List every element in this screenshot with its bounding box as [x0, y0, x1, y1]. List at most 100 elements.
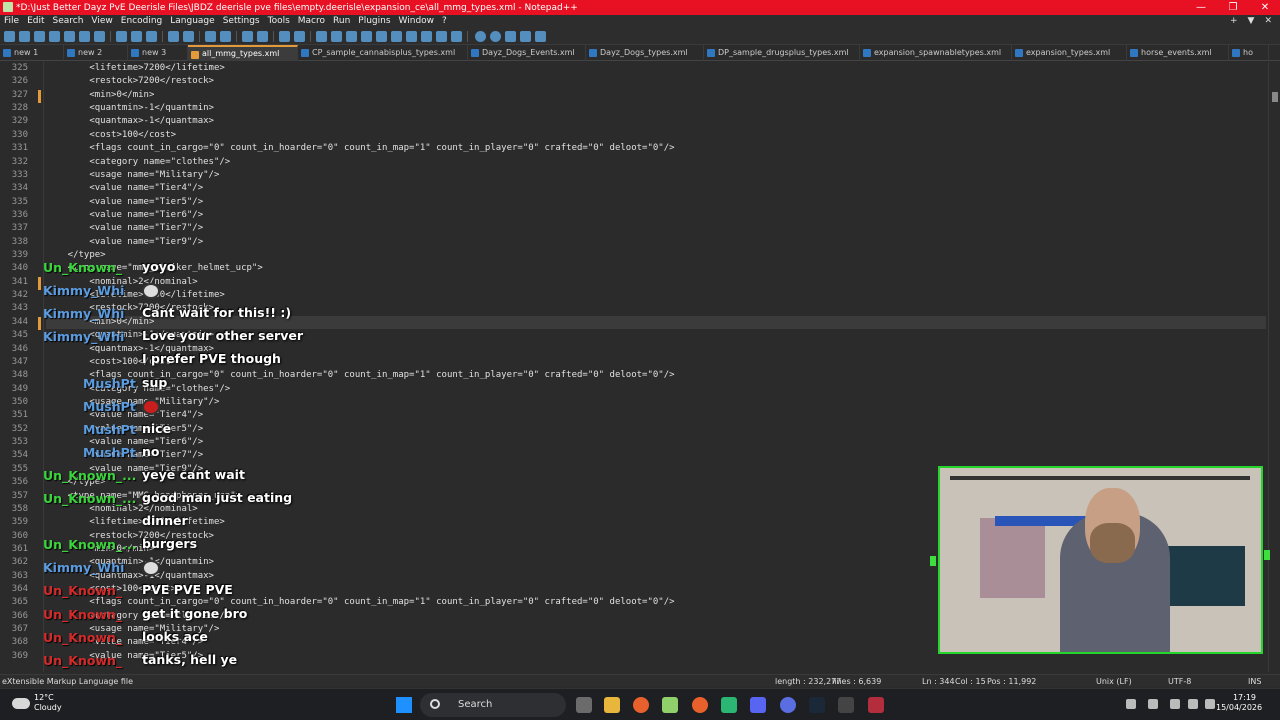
tab-cp-cannabisplus[interactable]: CP_sample_cannabisplus_types.xml [298, 45, 468, 61]
stop-macro-icon[interactable] [490, 31, 501, 42]
line-number[interactable]: 331 [0, 142, 28, 155]
copy-icon[interactable] [131, 31, 142, 42]
code-line[interactable]: <category name="clothes"/> [46, 156, 1266, 169]
open-file-icon[interactable] [19, 31, 30, 42]
code-line[interactable]: <quantmin>-1</quantmin> [46, 102, 1266, 115]
show-all-chars-icon[interactable] [331, 31, 342, 42]
close-doc-icon[interactable]: ✕ [1264, 15, 1272, 28]
close-file-icon[interactable] [64, 31, 75, 42]
play-macro-icon[interactable] [505, 31, 516, 42]
paste-icon[interactable] [146, 31, 157, 42]
windows-start-icon[interactable] [396, 697, 412, 713]
menu-window[interactable]: Window [395, 15, 439, 28]
menu-run[interactable]: Run [329, 15, 354, 28]
tab-ho-truncated[interactable]: ho [1229, 45, 1269, 61]
notepadpp-app-icon[interactable] [3, 2, 13, 12]
menu-encoding[interactable]: Encoding [117, 15, 166, 28]
doc-map-icon[interactable] [376, 31, 387, 42]
task-view-icon[interactable] [576, 697, 592, 713]
red-app-icon[interactable] [868, 697, 884, 713]
wifi-icon[interactable] [1170, 699, 1180, 709]
code-line[interactable]: <restock>7200</restock> [46, 75, 1266, 88]
notepadpp-taskbar-icon[interactable] [662, 697, 678, 713]
code-line[interactable]: <value name="Tier5"/> [46, 196, 1266, 209]
code-line[interactable]: <value name="Tier4"/> [46, 182, 1266, 195]
play-multiple-icon[interactable] [520, 31, 531, 42]
code-line[interactable]: <lifetime>7200</lifetime> [46, 62, 1266, 75]
monitoring-icon[interactable] [436, 31, 447, 42]
find-icon[interactable] [205, 31, 216, 42]
line-number[interactable]: 336 [0, 209, 28, 222]
tray-overflow-icon[interactable] [1126, 699, 1136, 709]
menu-tools[interactable]: Tools [264, 15, 294, 28]
close-all-icon[interactable] [79, 31, 90, 42]
taskbar-clock[interactable]: 17:19 15/04/2026 [1216, 693, 1262, 713]
menu-language[interactable]: Language [166, 15, 218, 28]
new-tab-icon[interactable]: + [1230, 15, 1238, 28]
obs-icon[interactable] [780, 697, 796, 713]
cloud-weather-icon[interactable] [12, 698, 30, 709]
status-eol[interactable]: Unix (LF) [1096, 675, 1132, 688]
line-number[interactable]: 330 [0, 129, 28, 142]
tab-expansion-spawnabletypes[interactable]: expansion_spawnabletypes.xml [860, 45, 1012, 61]
code-line[interactable]: <cost>100</cost> [46, 129, 1266, 142]
weather-widget[interactable]: 12°C Cloudy [34, 693, 62, 713]
scrollbar-thumb[interactable] [1272, 92, 1278, 102]
menu-help[interactable]: ? [438, 15, 451, 28]
save-all-icon[interactable] [49, 31, 60, 42]
vertical-scrollbar[interactable] [1268, 62, 1280, 672]
word-wrap-icon[interactable] [316, 31, 327, 42]
redo-icon[interactable] [183, 31, 194, 42]
tab-dp-drugsplus[interactable]: DP_sample_drugsplus_types.xml [704, 45, 860, 61]
tab-new-1[interactable]: new 1 [0, 45, 64, 61]
line-number[interactable]: 325 [0, 62, 28, 75]
menu-settings[interactable]: Settings [219, 15, 264, 28]
steam-icon[interactable] [809, 697, 825, 713]
zoom-out-icon[interactable] [257, 31, 268, 42]
menu-view[interactable]: View [87, 15, 116, 28]
print-icon[interactable] [94, 31, 105, 42]
status-encoding[interactable]: UTF-8 [1168, 675, 1191, 688]
line-number[interactable]: 332 [0, 156, 28, 169]
function-list-icon[interactable] [406, 31, 417, 42]
record-macro-icon[interactable] [475, 31, 486, 42]
udl-icon[interactable] [361, 31, 372, 42]
menu-edit[interactable]: Edit [23, 15, 48, 28]
file-explorer-icon[interactable] [604, 697, 620, 713]
tab-new-3[interactable]: new 3 [128, 45, 188, 61]
code-line[interactable]: <value name="Tier9"/> [46, 236, 1266, 249]
line-number[interactable]: 335 [0, 196, 28, 209]
dayz-icon[interactable] [838, 697, 854, 713]
close-button[interactable]: ✕ [1250, 0, 1280, 15]
replace-icon[interactable] [220, 31, 231, 42]
tab-dayz-dogs-types[interactable]: Dayz_Dogs_types.xml [586, 45, 704, 61]
status-insert-mode[interactable]: INS [1248, 675, 1261, 688]
cut-icon[interactable] [116, 31, 127, 42]
tab-new-2[interactable]: new 2 [64, 45, 128, 61]
indent-guide-icon[interactable] [346, 31, 357, 42]
code-line[interactable]: <usage name="Military"/> [46, 169, 1266, 182]
line-number[interactable]: 326 [0, 75, 28, 88]
code-line[interactable]: <flags count_in_cargo="0" count_in_hoard… [46, 142, 1266, 155]
firefox-icon[interactable] [633, 697, 649, 713]
line-number[interactable]: 337 [0, 222, 28, 235]
sync-scroll-h-icon[interactable] [294, 31, 305, 42]
new-file-icon[interactable] [4, 31, 15, 42]
menu-file[interactable]: File [0, 15, 23, 28]
folder-workspace-icon[interactable] [421, 31, 432, 42]
doc-list-icon[interactable] [391, 31, 402, 42]
xbox-app-icon[interactable] [721, 697, 737, 713]
tab-all-mmg-types[interactable]: all_mmg_types.xml [188, 45, 298, 61]
battery-icon[interactable] [1205, 699, 1215, 709]
macro-icon[interactable] [451, 31, 462, 42]
code-line[interactable]: <min>0</min> [46, 89, 1266, 102]
line-number[interactable]: 329 [0, 115, 28, 128]
tab-dayz-dogs-events[interactable]: Dayz_Dogs_Events.xml [468, 45, 586, 61]
code-line[interactable]: <value name="Tier6"/> [46, 209, 1266, 222]
menu-plugins[interactable]: Plugins [354, 15, 394, 28]
code-line[interactable]: <value name="Tier7"/> [46, 222, 1266, 235]
line-number[interactable]: 333 [0, 169, 28, 182]
volume-icon[interactable] [1188, 699, 1198, 709]
menu-search[interactable]: Search [49, 15, 88, 28]
undo-icon[interactable] [168, 31, 179, 42]
